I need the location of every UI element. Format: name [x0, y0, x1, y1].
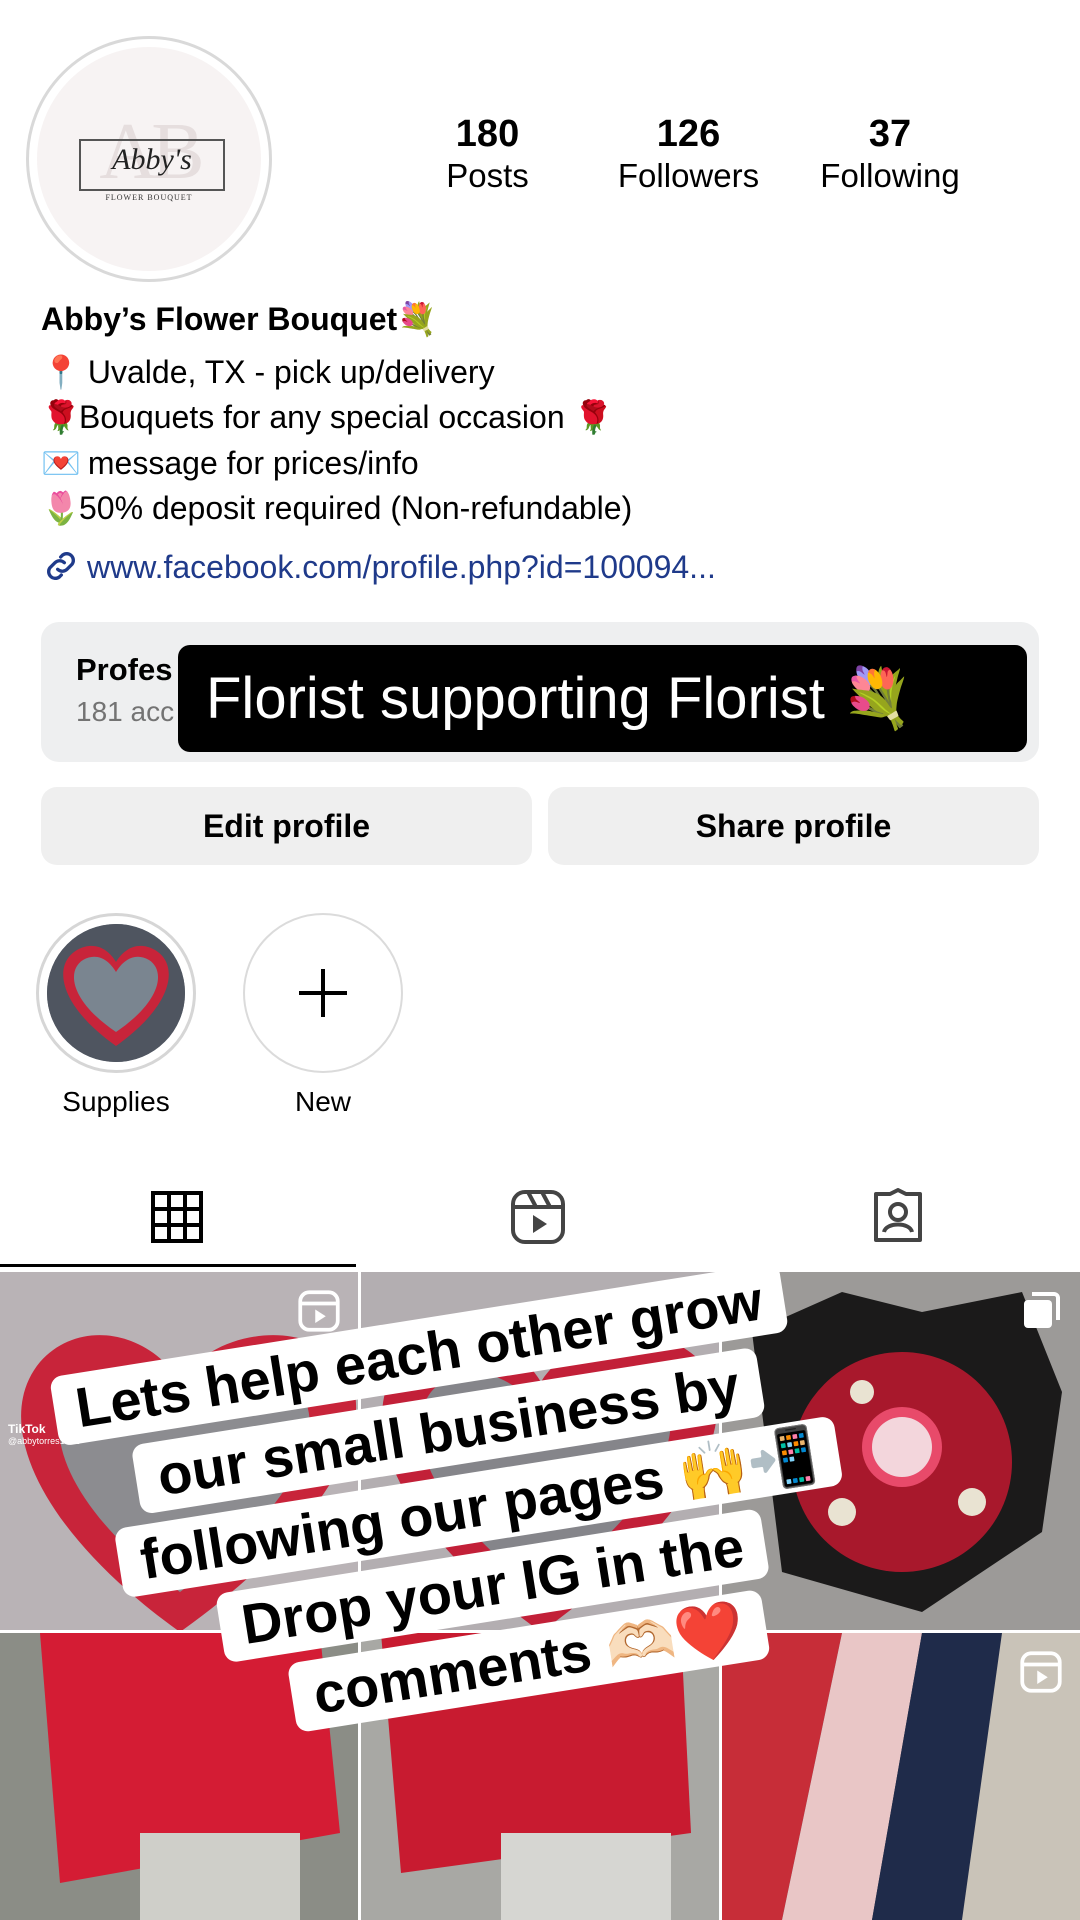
bio-text: message for prices/info [79, 445, 419, 481]
highlight-new-label: New [294, 1086, 351, 1117]
tagged-icon [874, 1188, 922, 1242]
bio-text: Uvalde, TX - pick up/delivery [79, 354, 495, 390]
stat-following-count: 37 [868, 113, 912, 155]
grid-icon [151, 1191, 203, 1243]
dashboard-title: Profes [76, 652, 173, 687]
bio-line-location: 📍 Uvalde, TX - pick up/delivery [41, 352, 495, 392]
caption-banner: Florist supporting Florist 💐 [178, 645, 1027, 752]
highlight-supplies-label: Supplies [62, 1086, 170, 1117]
bio-line-deposit: 🌷50% deposit required (Non-refundable) [41, 488, 632, 528]
share-profile-button[interactable]: Share profile [548, 787, 1039, 865]
bio-line-message: 💌 message for prices/info [41, 443, 419, 483]
plus-icon [297, 967, 349, 1024]
link-icon [41, 546, 87, 586]
reels-icon [298, 1290, 340, 1332]
profile-link[interactable]: www.facebook.com/profile.php?id=100094..… [41, 546, 716, 586]
logo-script-text: Abby's [112, 143, 192, 176]
rose-icon: 🌹 [41, 399, 81, 435]
profile-name: Abby’s Flower Bouquet💐 [41, 301, 437, 337]
stat-followers[interactable]: 126 Followers [600, 112, 777, 196]
highlight-new-button[interactable] [243, 913, 403, 1073]
grid-tab[interactable] [150, 1190, 204, 1249]
carousel-icon [1020, 1290, 1062, 1332]
logo-subtext: FLOWER BOUQUET [105, 193, 193, 202]
avatar-logo: AB Abby's FLOWER BOUQUET [37, 47, 261, 271]
pin-icon: 📍 [41, 354, 81, 390]
tulip-icon: 🌷 [41, 490, 81, 526]
stat-following-label: Following [820, 157, 960, 194]
stat-posts-count: 180 [455, 113, 520, 155]
bio-line-occasions: 🌹Bouquets for any special occasion 🌹 [41, 397, 613, 437]
profile-avatar[interactable]: AB Abby's FLOWER BOUQUET [26, 36, 272, 282]
reels-icon [511, 1190, 565, 1244]
stat-followers-label: Followers [617, 157, 760, 194]
reels-tab[interactable] [510, 1189, 566, 1250]
stat-posts[interactable]: 180 Posts [420, 112, 555, 196]
stat-followers-count: 126 [656, 113, 721, 155]
love-letter-icon: 💌 [41, 445, 81, 481]
bio-text: Bouquets for any special occasion 🌹 [79, 399, 614, 435]
active-tab-indicator [0, 1264, 356, 1267]
dashboard-subtitle: 181 acc [76, 696, 175, 727]
edit-profile-button[interactable]: Edit profile [41, 787, 532, 865]
logo-frame: Abby's [79, 139, 225, 191]
tagged-tab[interactable] [870, 1188, 926, 1249]
bio-text: 50% deposit required (Non-refundable) [79, 490, 633, 526]
highlight-supplies[interactable] [36, 913, 196, 1073]
profile-link-text: www.facebook.com/profile.php?id=100094..… [87, 549, 716, 585]
stat-posts-label: Posts [446, 157, 529, 194]
reels-icon [1020, 1651, 1062, 1693]
stat-following[interactable]: 37 Following [805, 112, 975, 196]
highlight-supplies-cover [47, 924, 185, 1062]
